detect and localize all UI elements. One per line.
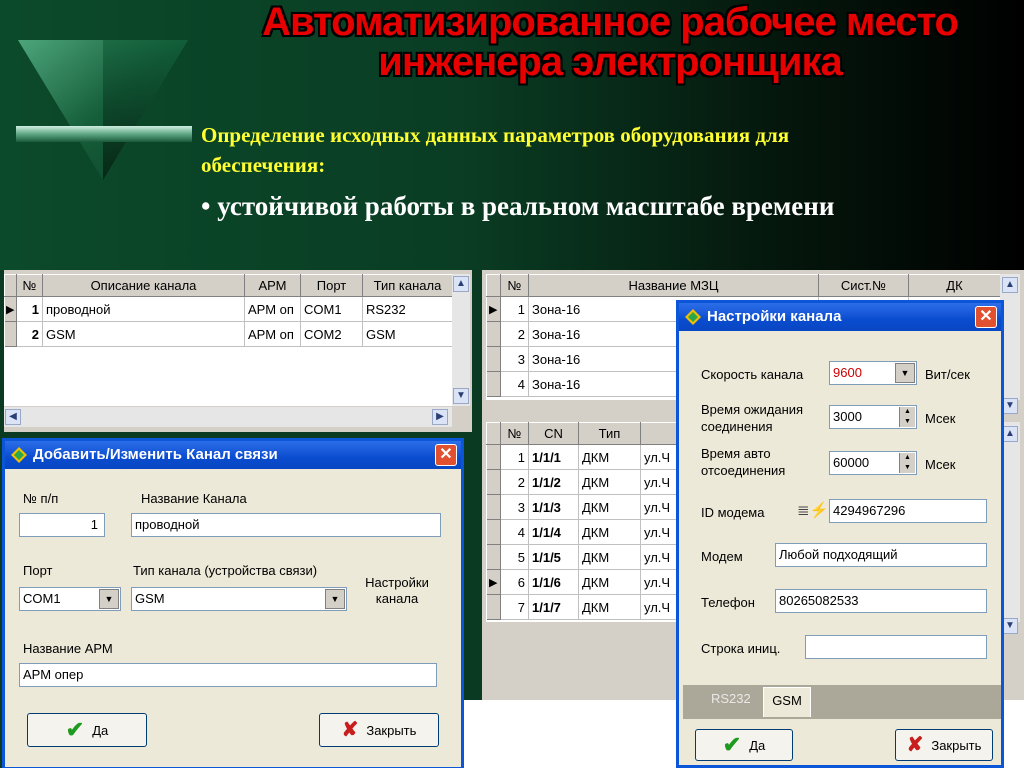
column-header[interactable]: Описание канала (42, 274, 245, 297)
auto-disconnect-unit: Мсек (925, 457, 956, 472)
modem-id-label: ID модема (701, 505, 765, 520)
ok-button[interactable]: ✔ Да (695, 729, 793, 761)
close-button[interactable]: ✘ Закрыть (895, 729, 993, 761)
app-icon (685, 309, 701, 325)
scroll-down-icon[interactable]: ▼ (1002, 398, 1018, 414)
scroll-up-icon[interactable]: ▲ (453, 276, 469, 292)
wait-label: Время ожидания соединения (701, 402, 804, 434)
channel-type-label: Тип канала (устройства связи) (133, 563, 318, 578)
scroll-right-icon[interactable]: ▶ (432, 409, 448, 425)
channels-window: № Описание канала АРМ Порт Тип канала ▶ … (4, 270, 472, 432)
wait-unit: Мсек (925, 411, 956, 426)
pyramid-logo-icon (16, 40, 192, 180)
scroll-up-icon[interactable]: ▲ (1002, 426, 1018, 442)
speed-select[interactable]: 9600 ▼ (829, 361, 917, 385)
modem-field[interactable]: Любой подходящий (775, 543, 987, 567)
table-row[interactable]: ▶ 1 проводной АРМ оп COM1 RS232 (4, 296, 453, 322)
dialog-title: Добавить/Изменить Канал связи (33, 446, 278, 463)
slide-header: Автоматизированное рабочее место инженер… (0, 0, 1024, 270)
modem-label: Модем (701, 549, 743, 564)
auto-disconnect-stepper[interactable]: 60000 ▲ ▼ (829, 451, 917, 475)
ok-button[interactable]: ✔ Да (27, 713, 147, 747)
speed-label: Скорость канала (701, 367, 804, 382)
column-header[interactable]: Порт (300, 274, 363, 297)
phone-field[interactable]: 80265082533 (775, 589, 987, 613)
cross-icon: ✘ (906, 734, 924, 756)
port-select[interactable]: COM1 ▼ (19, 587, 121, 611)
wait-time-stepper[interactable]: 3000 ▲ ▼ (829, 405, 917, 429)
slide-subtitle: Определение исходных данных параметров о… (201, 123, 790, 177)
tab-rs232[interactable]: RS232 (711, 691, 751, 706)
channel-settings-link[interactable]: Настройки канала (357, 575, 437, 607)
checkmark-icon: ✔ (65, 717, 85, 742)
tab-gsm[interactable]: GSM (763, 687, 811, 717)
edit-channel-dialog: Добавить/Изменить Канал связи ✕ № п/п 1 … (2, 438, 464, 768)
scroll-down-icon[interactable]: ▼ (1002, 618, 1018, 634)
modem-id-field[interactable]: 4294967296 (829, 499, 987, 523)
column-header[interactable]: № (500, 274, 529, 297)
spinner-icon[interactable]: ▲ ▼ (899, 453, 915, 473)
channels-hscroll[interactable]: ◀ ▶ (4, 407, 452, 427)
port-label: Порт (23, 563, 53, 578)
zones-header-row: № Название МЗЦ Сист.№ ДК (486, 274, 1001, 297)
scroll-down-icon[interactable]: ▼ (453, 388, 469, 404)
speed-unit: Вит/сек (925, 367, 970, 382)
chevron-down-icon[interactable]: ▼ (895, 363, 915, 383)
init-string-label: Строка иниц. (701, 641, 781, 656)
column-header[interactable]: ДК (908, 274, 1001, 297)
checkmark-icon: ✔ (722, 732, 742, 757)
channels-header-row: № Описание канала АРМ Порт Тип канала (4, 274, 453, 297)
app-icon (11, 447, 27, 463)
channel-settings-dialog: Настройки канала ✕ Скорость канала 9600 … (676, 300, 1004, 768)
init-string-field[interactable] (805, 635, 987, 659)
arm-name-label: Название АРМ (23, 641, 113, 656)
column-header[interactable]: Тип канала (362, 274, 453, 297)
num-field[interactable]: 1 (19, 513, 105, 537)
channel-type-select[interactable]: GSM ▼ (131, 587, 347, 611)
arm-name-field[interactable]: АРМ опер (19, 663, 437, 687)
channel-name-label: Название Канала (141, 491, 247, 506)
scroll-left-icon[interactable]: ◀ (5, 409, 21, 425)
spinner-icon[interactable]: ▲ ▼ (899, 407, 915, 427)
chevron-down-icon[interactable]: ▼ (325, 589, 345, 609)
close-icon[interactable]: ✕ (435, 444, 457, 466)
row-pointer-icon: ▶ (486, 296, 501, 322)
column-header[interactable]: Тип (578, 422, 641, 445)
row-pointer-icon: ▶ (4, 296, 17, 322)
column-header[interactable]: CN (528, 422, 579, 445)
close-button[interactable]: ✘ Закрыть (319, 713, 439, 747)
column-header[interactable]: № (16, 274, 43, 297)
dialog-title: Настройки канала (707, 308, 842, 325)
chevron-down-icon[interactable]: ▼ (99, 589, 119, 609)
column-header[interactable]: Сист.№ (818, 274, 909, 297)
num-label: № п/п (23, 491, 59, 506)
scroll-up-icon[interactable]: ▲ (1002, 277, 1018, 293)
phone-label: Телефон (701, 595, 755, 610)
channels-vscroll[interactable]: ▲ ▼ (452, 274, 470, 406)
row-pointer-icon: ▶ (486, 569, 501, 595)
tab-strip: RS232 GSM (683, 685, 1001, 719)
dialog-titlebar[interactable]: Добавить/Изменить Канал связи ✕ (5, 441, 461, 469)
cross-icon: ✘ (341, 719, 359, 741)
indicator-header (4, 274, 17, 297)
column-header[interactable]: АРМ (244, 274, 301, 297)
lightning-icon[interactable]: ≣⚡ (797, 501, 828, 519)
close-icon[interactable]: ✕ (975, 306, 997, 328)
dialog-titlebar[interactable]: Настройки канала ✕ (679, 303, 1001, 331)
auto-disconnect-label: Время авто отсоединения (701, 446, 786, 478)
channels-grid: № Описание канала АРМ Порт Тип канала ▶ … (4, 274, 453, 406)
slide-bullet: • устойчивой работы в реальном масштабе … (201, 191, 835, 221)
table-row[interactable]: 2 GSM АРМ оп COM2 GSM (4, 321, 453, 347)
column-header[interactable]: № (500, 422, 529, 445)
slide-title: Автоматизированное рабочее место инженер… (262, 0, 959, 84)
column-header[interactable]: Название МЗЦ (528, 274, 819, 297)
channel-name-field[interactable]: проводной (131, 513, 441, 537)
